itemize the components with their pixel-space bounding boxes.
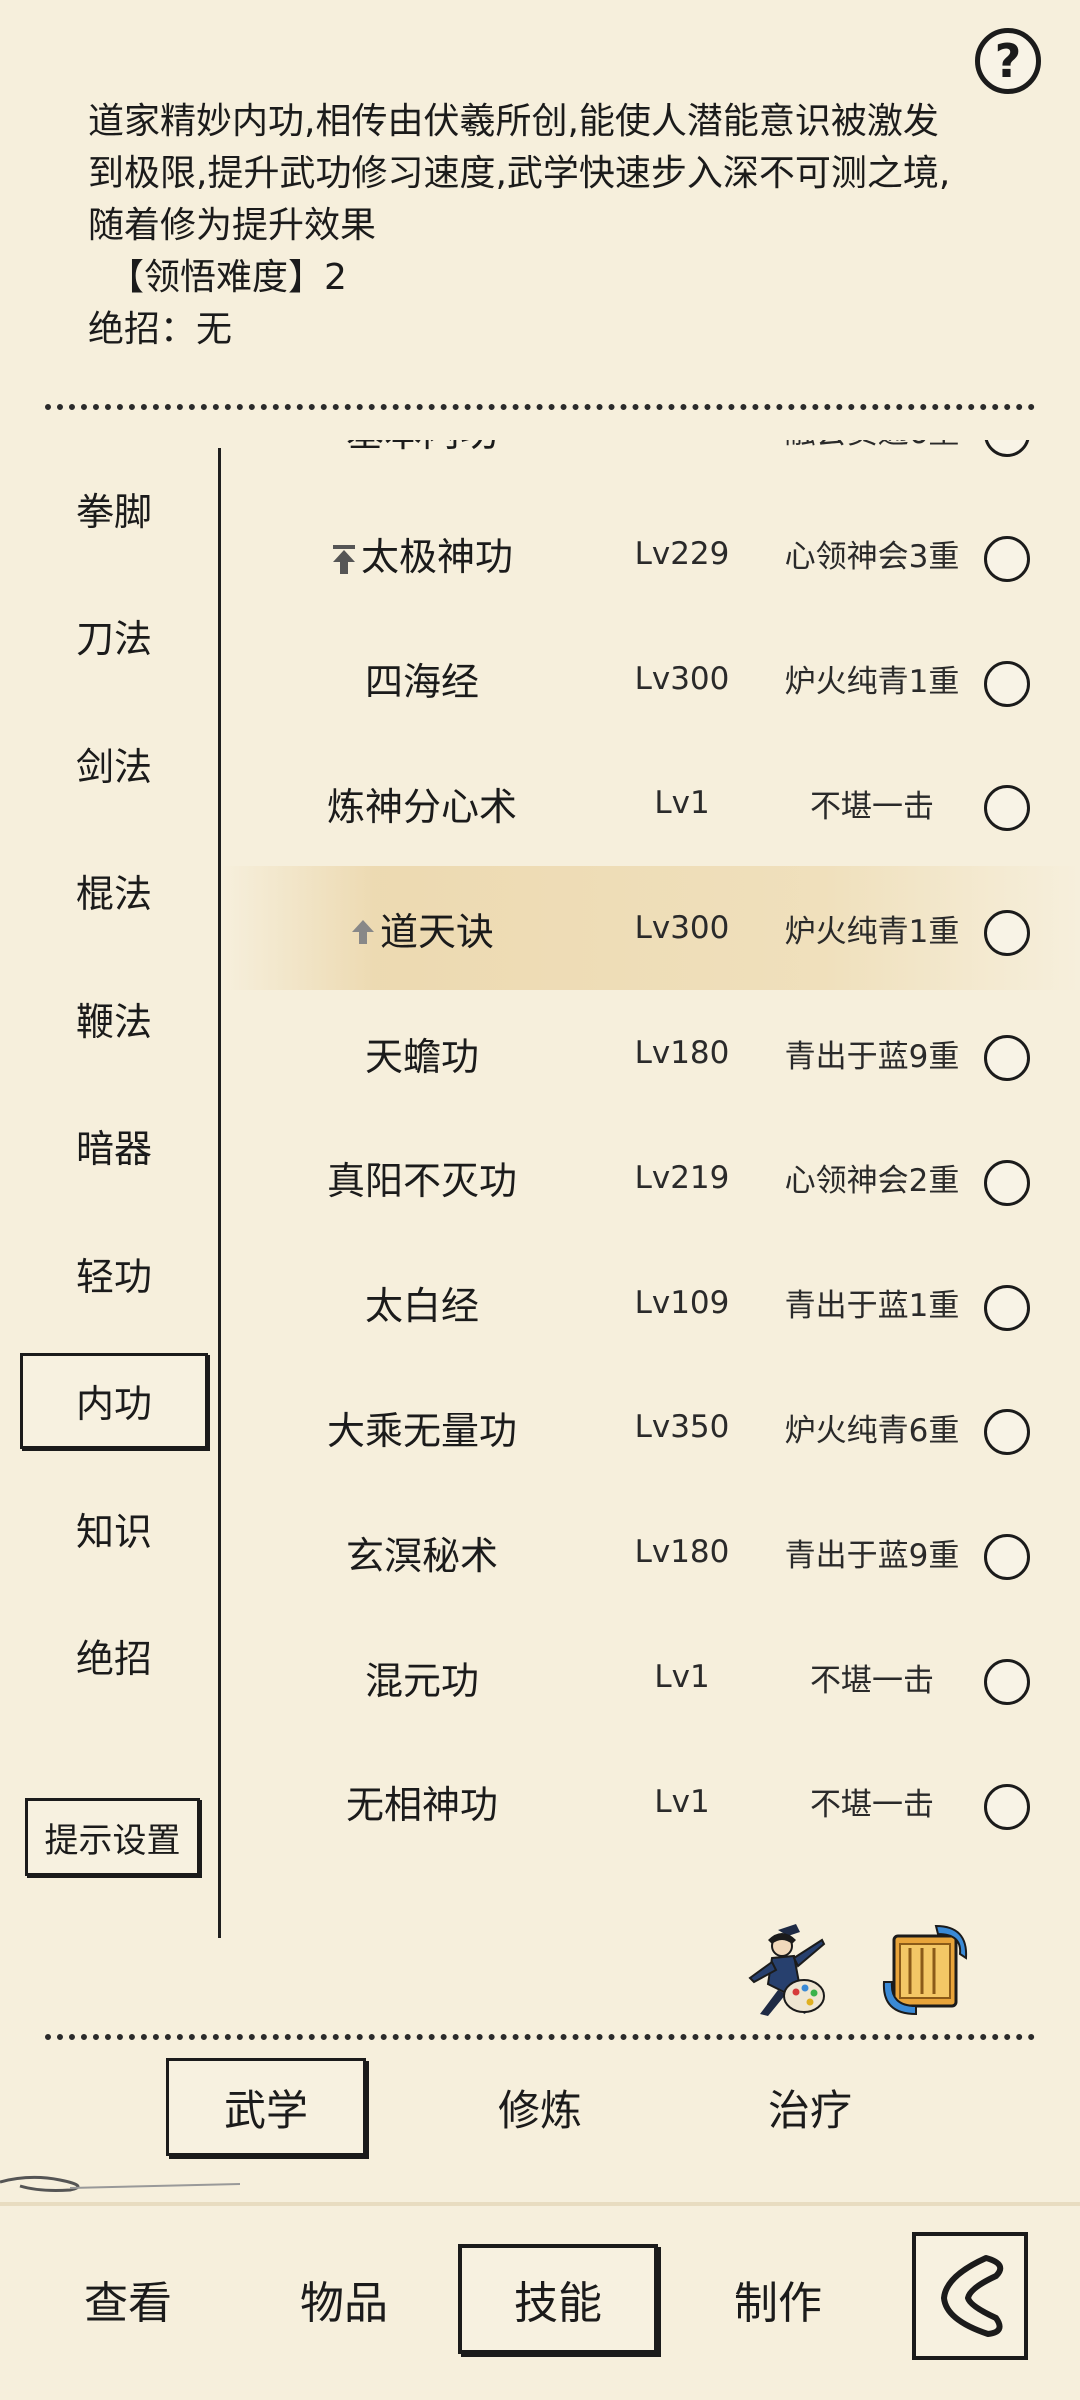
skill-name-text: 基本内功: [346, 440, 498, 457]
category-6[interactable]: 轻功: [20, 1225, 208, 1321]
pin-top-icon[interactable]: [331, 544, 357, 575]
ultimate-move: 绝招：无: [88, 309, 233, 350]
nav-items[interactable]: 物品: [244, 2244, 444, 2354]
skill-rank: 炉火纯青1重: [784, 913, 960, 950]
skill-description: 道家精妙内功,相传由伏羲所创,能使人潜能意识被激发 到极限,提升武功修习速度,武…: [88, 96, 1008, 356]
skill-name-text: 太极神功: [360, 535, 513, 580]
skill-row[interactable]: 道天诀 Lv300 炉火纯青1重: [222, 866, 1080, 991]
skill-row[interactable]: 四海经 Lv300 炉火纯青1重: [222, 617, 1080, 741]
category-5[interactable]: 暗器: [20, 1098, 208, 1194]
skill-row[interactable]: 无相神功 Lv1 不堪一击: [222, 1740, 1080, 1864]
skill-name: 四海经: [262, 617, 582, 741]
scroll-swap-icon[interactable]: [876, 1918, 972, 2022]
skill-name-text: 混元功: [364, 1658, 479, 1703]
category-4[interactable]: 鞭法: [20, 970, 208, 1066]
skill-row[interactable]: 基本内功Lv450融会贯通6重: [222, 440, 1080, 491]
description-line: 随着修为提升效果: [88, 205, 377, 246]
comprehension-difficulty: 【领悟难度】2: [108, 257, 347, 298]
skill-row[interactable]: 天蟾功 Lv180 青出于蓝9重: [222, 991, 1080, 1115]
skill-name-text: 玄溟秘术: [345, 1533, 498, 1578]
skill-select-radio[interactable]: [984, 1534, 1030, 1581]
skill-row[interactable]: 炼神分心术 Lv1 不堪一击: [222, 741, 1080, 865]
skill-name-text: 太白经: [364, 1284, 479, 1329]
skill-name-text: 大乘无量功: [326, 1408, 517, 1453]
divider-bottom: [45, 2034, 1035, 2040]
help-button[interactable]: ?: [975, 28, 1041, 94]
nav-crafting[interactable]: 制作: [678, 2244, 878, 2354]
skill-name: 玄溟秘术: [262, 1490, 582, 1614]
skill-rank: 炉火纯青6重: [784, 1412, 960, 1449]
divider-top: [45, 404, 1035, 410]
skill-select-radio[interactable]: [984, 535, 1030, 582]
move-up-icon[interactable]: [350, 919, 376, 949]
skill-name: 无相神功: [262, 1740, 582, 1864]
category-1[interactable]: 刀法: [20, 588, 208, 684]
skill-select-radio[interactable]: [984, 1409, 1030, 1456]
description-line: 到极限,提升武功修习速度,武学快速步入深不可测之境,: [88, 153, 951, 194]
category-divider: [218, 448, 221, 1938]
category-8[interactable]: 知识: [20, 1480, 208, 1576]
skill-name-text: 四海经: [364, 660, 479, 705]
skill-select-radio[interactable]: [984, 1284, 1030, 1331]
description-line: 道家精妙内功,相传由伏羲所创,能使人潜能意识被激发: [88, 101, 939, 142]
skill-row[interactable]: 太极神功 Lv229 心领神会3重: [222, 492, 1080, 616]
back-button[interactable]: [912, 2232, 1028, 2360]
skill-rank: 炉火纯青1重: [784, 664, 960, 701]
skill-name: 太极神功: [262, 492, 582, 616]
skill-select-radio[interactable]: [984, 1659, 1030, 1705]
category-0[interactable]: 拳脚: [20, 460, 208, 556]
skill-name-text: 真阳不灭功: [326, 1159, 517, 1204]
skill-name-text: 无相神功: [345, 1783, 498, 1828]
skill-name: 道天诀: [262, 866, 582, 990]
skill-row[interactable]: 大乘无量功 Lv350 炉火纯青6重: [222, 1365, 1080, 1489]
tab-martial-arts[interactable]: 武学: [166, 2058, 366, 2156]
nav-skills[interactable]: 技能: [458, 2244, 658, 2354]
skill-select-radio[interactable]: [984, 785, 1030, 832]
skill-rank: 青出于蓝9重: [784, 1537, 960, 1574]
skill-name: 真阳不灭功: [262, 1116, 582, 1240]
skill-row[interactable]: 混元功 Lv1 不堪一击: [222, 1615, 1080, 1739]
skill-rank: 不堪一击: [810, 1787, 934, 1824]
skill-row[interactable]: 太白经 Lv109 青出于蓝1重: [222, 1241, 1080, 1365]
skill-rank: 不堪一击: [810, 1662, 934, 1699]
skill-name-text: 道天诀: [379, 909, 494, 954]
tab-cultivation[interactable]: 修炼: [440, 2058, 640, 2156]
skill-select-radio[interactable]: [984, 1783, 1030, 1830]
skill-list[interactable]: 基本内功Lv450融会贯通6重太极神功Lv229心领神会3重四海经Lv300炉火…: [222, 440, 1080, 1880]
tips-settings-button[interactable]: 提示设置: [25, 1798, 200, 1876]
back-icon: [941, 2255, 1004, 2337]
skill-name: 炼神分心术: [262, 741, 582, 865]
skill-rank: 青出于蓝9重: [784, 1038, 960, 1075]
category-2[interactable]: 剑法: [20, 715, 208, 811]
skill-rank: 融会贯通6重: [722, 440, 1022, 491]
skill-name: 大乘无量功: [262, 1365, 582, 1489]
category-9[interactable]: 绝招: [20, 1608, 208, 1704]
skill-rank: 不堪一击: [810, 788, 934, 825]
skill-rank: 心领神会2重: [784, 1163, 960, 1200]
skill-select-radio[interactable]: [984, 1035, 1030, 1081]
skill-name-text: 炼神分心术: [326, 784, 517, 829]
skill-row[interactable]: 玄溟秘术 Lv180 青出于蓝9重: [222, 1490, 1080, 1614]
tab-healing[interactable]: 治疗: [710, 2058, 910, 2156]
brush-stroke-decoration: [0, 2175, 240, 2192]
skill-name-text: 天蟾功: [364, 1034, 479, 1079]
skill-name: 天蟾功: [262, 991, 582, 1115]
question-icon: ?: [994, 34, 1022, 88]
category-7[interactable]: 内功: [20, 1352, 208, 1449]
skill-name: 混元功: [262, 1615, 582, 1739]
skill-select-radio[interactable]: [984, 910, 1030, 957]
skill-rank: 心领神会3重: [784, 539, 960, 576]
skill-rank: 青出于蓝1重: [784, 1288, 960, 1325]
bottom-bar-seam: [0, 2202, 1080, 2206]
skill-select-radio[interactable]: [984, 1159, 1030, 1206]
skill-select-radio[interactable]: [984, 660, 1030, 707]
skill-row[interactable]: 真阳不灭功 Lv219 心领神会2重: [222, 1116, 1080, 1240]
nav-view[interactable]: 查看: [28, 2244, 228, 2354]
skill-name: 基本内功: [262, 440, 582, 491]
martial-artist-palette-icon[interactable]: [738, 1918, 834, 2022]
category-3[interactable]: 棍法: [20, 843, 208, 939]
skill-name: 太白经: [262, 1241, 582, 1365]
